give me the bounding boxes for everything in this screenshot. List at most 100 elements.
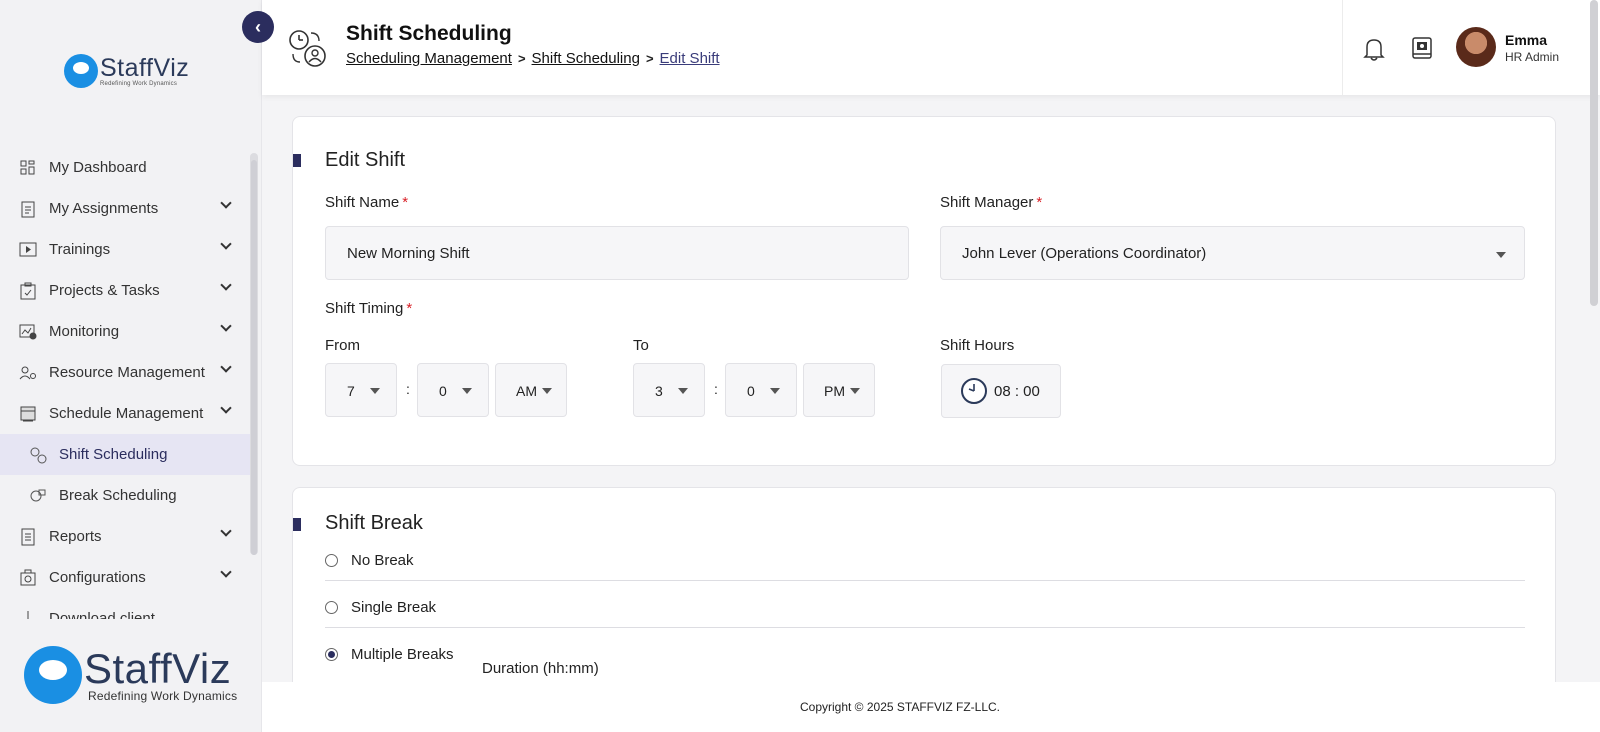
shift-hours-label: Shift Hours <box>940 337 1015 354</box>
from-period-select[interactable]: AM <box>495 363 567 417</box>
brand-name: StaffViz <box>84 644 232 692</box>
sidebar-item-label: Projects & Tasks <box>49 282 160 299</box>
caret-down-icon <box>370 388 380 394</box>
shift-break-card: Shift Break No Break Single Break Multip… <box>292 487 1556 707</box>
clock-icon <box>961 378 987 404</box>
shift-hours-value: 08 : 00 <box>994 382 1040 400</box>
divider <box>325 580 1525 581</box>
sidebar-item-schedule-management[interactable]: Schedule Management <box>0 393 250 434</box>
required-mark: * <box>402 194 409 211</box>
no-break-radio[interactable] <box>325 554 338 567</box>
sidebar-item-break-scheduling[interactable]: Break Scheduling <box>0 475 250 516</box>
sidebar-item-reports[interactable]: Reports <box>0 516 250 557</box>
breadcrumb: Scheduling Management > Shift Scheduling… <box>346 50 720 67</box>
multiple-breaks-radio[interactable] <box>325 648 338 661</box>
sidebar-collapse-button[interactable]: ‹ <box>242 11 274 43</box>
staffviz-logo-icon <box>24 646 82 704</box>
dashboard-icon <box>18 158 38 178</box>
sidebar-scrollbar-thumb[interactable] <box>251 160 257 555</box>
section-marker <box>293 518 301 531</box>
breadcrumb-edit-shift[interactable]: Edit Shift <box>660 50 720 67</box>
config-icon <box>18 568 38 588</box>
sidebar-item-download-client[interactable]: Download client <box>0 598 250 619</box>
edit-shift-title: Edit Shift <box>325 149 406 171</box>
sidebar-item-shift-scheduling[interactable]: Shift Scheduling <box>0 434 250 475</box>
brand-name: StaffViz <box>100 53 190 82</box>
shift-manager-value: John Lever (Operations Coordinator) <box>962 244 1207 262</box>
staffviz-logo-icon <box>64 54 98 88</box>
breadcrumb-shift-scheduling[interactable]: Shift Scheduling <box>532 50 640 67</box>
chevron-right-icon: > <box>645 51 654 66</box>
sidebar-item-resource-management[interactable]: Resource Management <box>0 352 250 393</box>
no-break-label: No Break <box>351 552 414 569</box>
copyright-text: Copyright © 2025 STAFFVIZ FZ-LLC. <box>799 700 1000 714</box>
sidebar-item-label: Schedule Management <box>49 405 204 422</box>
shift-hours-display: 08 : 00 <box>941 364 1061 418</box>
caret-down-icon <box>542 388 552 394</box>
chevron-left-icon: ‹ <box>255 16 261 37</box>
sidebar-item-configurations[interactable]: Configurations <box>0 557 250 598</box>
breadcrumb-scheduling-management[interactable]: Scheduling Management <box>346 50 512 67</box>
chevron-right-icon: > <box>517 51 526 66</box>
chevron-down-icon[interactable] <box>220 320 232 332</box>
sidebar: StaffViz Redefining Work Dynamics My Das… <box>0 0 262 732</box>
shift-manager-label: Shift Manager * <box>940 194 1043 211</box>
sidebar-item-label: Reports <box>49 528 102 545</box>
brand-logo-top[interactable]: StaffViz Redefining Work Dynamics <box>64 54 189 88</box>
shift-icon <box>28 445 48 465</box>
help-book-icon[interactable] <box>1410 36 1434 62</box>
sidebar-nav: My Dashboard My Assignments Trainings Pr… <box>0 147 250 619</box>
shift-break-title: Shift Break <box>325 512 423 534</box>
sidebar-item-label: Resource Management <box>49 364 205 381</box>
section-marker <box>293 154 301 167</box>
task-icon <box>18 281 38 301</box>
page-title: Shift Scheduling <box>346 22 512 45</box>
from-label: From <box>325 337 360 354</box>
sidebar-item-label: Trainings <box>49 241 111 258</box>
single-break-radio[interactable] <box>325 601 338 614</box>
shift-manager-select[interactable]: John Lever (Operations Coordinator) <box>940 226 1525 280</box>
caret-down-icon <box>1496 252 1506 258</box>
shift-timing-label: Shift Timing * <box>325 300 413 317</box>
download-icon <box>18 609 38 619</box>
sidebar-item-projects-tasks[interactable]: Projects & Tasks <box>0 270 250 311</box>
sidebar-item-label: My Assignments <box>49 200 159 217</box>
from-hour-select[interactable]: 7 <box>325 363 397 417</box>
brand-logo-bottom: StaffViz Redefining Work Dynamics <box>24 646 237 704</box>
page-footer: Copyright © 2025 STAFFVIZ FZ-LLC. <box>262 682 1600 732</box>
duration-label: Duration (hh:mm) <box>482 660 599 677</box>
resource-icon <box>18 363 38 383</box>
shift-name-value: New Morning Shift <box>347 244 470 262</box>
chevron-down-icon[interactable] <box>220 525 232 537</box>
chevron-down-icon[interactable] <box>220 566 232 578</box>
sidebar-item-monitoring[interactable]: Monitoring <box>0 311 250 352</box>
to-label: To <box>633 337 649 354</box>
sidebar-item-label: Shift Scheduling <box>59 446 168 463</box>
main-scrollbar[interactable] <box>1590 0 1598 306</box>
sidebar-item-trainings[interactable]: Trainings <box>0 229 250 270</box>
to-hour-select[interactable]: 3 <box>633 363 705 417</box>
chevron-down-icon[interactable] <box>220 402 232 414</box>
page-header: Shift Scheduling Scheduling Management >… <box>262 0 1600 95</box>
to-minute-select[interactable]: 0 <box>725 363 797 417</box>
shift-name-input[interactable]: New Morning Shift <box>325 226 909 280</box>
multiple-breaks-label: Multiple Breaks <box>351 646 454 663</box>
chevron-down-icon[interactable] <box>220 361 232 373</box>
chevron-down-icon[interactable] <box>220 238 232 250</box>
sidebar-item-label: Break Scheduling <box>59 487 177 504</box>
sidebar-item-my-dashboard[interactable]: My Dashboard <box>0 147 250 188</box>
from-minute-select[interactable]: 0 <box>417 363 489 417</box>
break-icon <box>28 486 48 506</box>
user-name[interactable]: Emma <box>1505 32 1547 48</box>
sidebar-item-label: My Dashboard <box>49 159 147 176</box>
to-period-select[interactable]: PM <box>803 363 875 417</box>
notification-bell-icon[interactable] <box>1362 36 1386 62</box>
play-icon <box>18 240 38 260</box>
required-mark: * <box>1036 194 1043 211</box>
chevron-down-icon[interactable] <box>220 279 232 291</box>
single-break-option[interactable]: Single Break <box>325 599 1525 616</box>
chevron-down-icon[interactable] <box>220 197 232 209</box>
no-break-option[interactable]: No Break <box>325 552 1525 569</box>
sidebar-item-my-assignments[interactable]: My Assignments <box>0 188 250 229</box>
avatar[interactable] <box>1456 27 1496 67</box>
